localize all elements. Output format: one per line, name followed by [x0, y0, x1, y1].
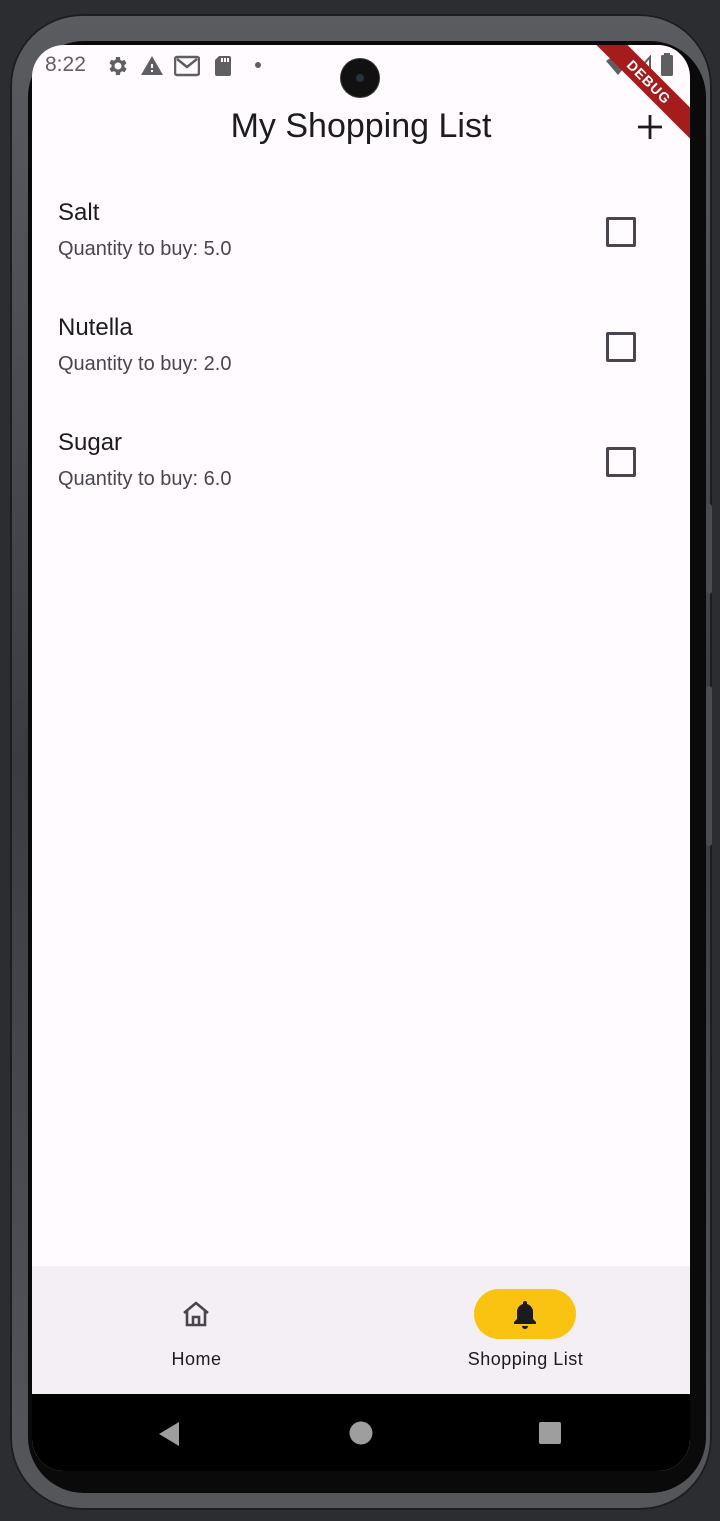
item-checkbox[interactable] — [606, 332, 636, 362]
item-quantity: Quantity to buy: 5.0 — [58, 238, 232, 260]
app-bar: My Shopping List — [32, 85, 690, 169]
status-time: 8:22 — [45, 53, 86, 76]
item-name: Nutella — [58, 314, 133, 341]
dot-icon — [255, 62, 261, 68]
nav-label-shopping-list: Shopping List — [467, 1349, 584, 1369]
item-checkbox[interactable] — [606, 217, 636, 247]
bell-icon — [514, 1301, 536, 1329]
list-item[interactable]: Sugar Quantity to buy: 6.0 — [32, 415, 690, 530]
bottom-navigation: Home Shopping List — [32, 1266, 690, 1394]
warning-icon — [141, 56, 163, 75]
list-item[interactable]: Nutella Quantity to buy: 2.0 — [32, 300, 690, 415]
add-icon — [638, 115, 662, 139]
page-title: My Shopping List — [230, 107, 492, 145]
gear-icon — [109, 57, 127, 75]
screen: 8:22 DEBUG My Shopping List Salt Quantit… — [32, 45, 690, 1471]
home-circle-icon[interactable] — [349, 1421, 373, 1445]
status-bar: 8:22 DEBUG — [32, 45, 690, 143]
item-quantity: Quantity to buy: 2.0 — [58, 353, 232, 375]
item-quantity: Quantity to buy: 6.0 — [58, 468, 232, 490]
back-icon[interactable] — [157, 1421, 181, 1447]
home-icon — [183, 1301, 209, 1327]
sd-card-icon — [215, 56, 231, 76]
shopping-list: Salt Quantity to buy: 5.0 Nutella Quanti… — [32, 185, 690, 530]
power-button — [706, 686, 712, 846]
list-item[interactable]: Salt Quantity to buy: 5.0 — [32, 185, 690, 300]
nav-item-shopping-list[interactable]: Shopping List — [361, 1266, 690, 1394]
item-checkbox[interactable] — [606, 447, 636, 477]
volume-button — [706, 504, 712, 594]
nav-item-home[interactable]: Home — [32, 1266, 361, 1394]
gmail-icon — [174, 55, 200, 77]
item-name: Salt — [58, 199, 100, 226]
add-item-button[interactable] — [628, 105, 672, 149]
nav-label-home: Home — [171, 1349, 222, 1369]
nav-active-indicator — [474, 1289, 576, 1339]
system-navigation-bar — [32, 1394, 690, 1471]
item-name: Sugar — [58, 429, 123, 456]
recents-icon[interactable] — [539, 1422, 561, 1444]
battery-icon — [661, 53, 673, 76]
